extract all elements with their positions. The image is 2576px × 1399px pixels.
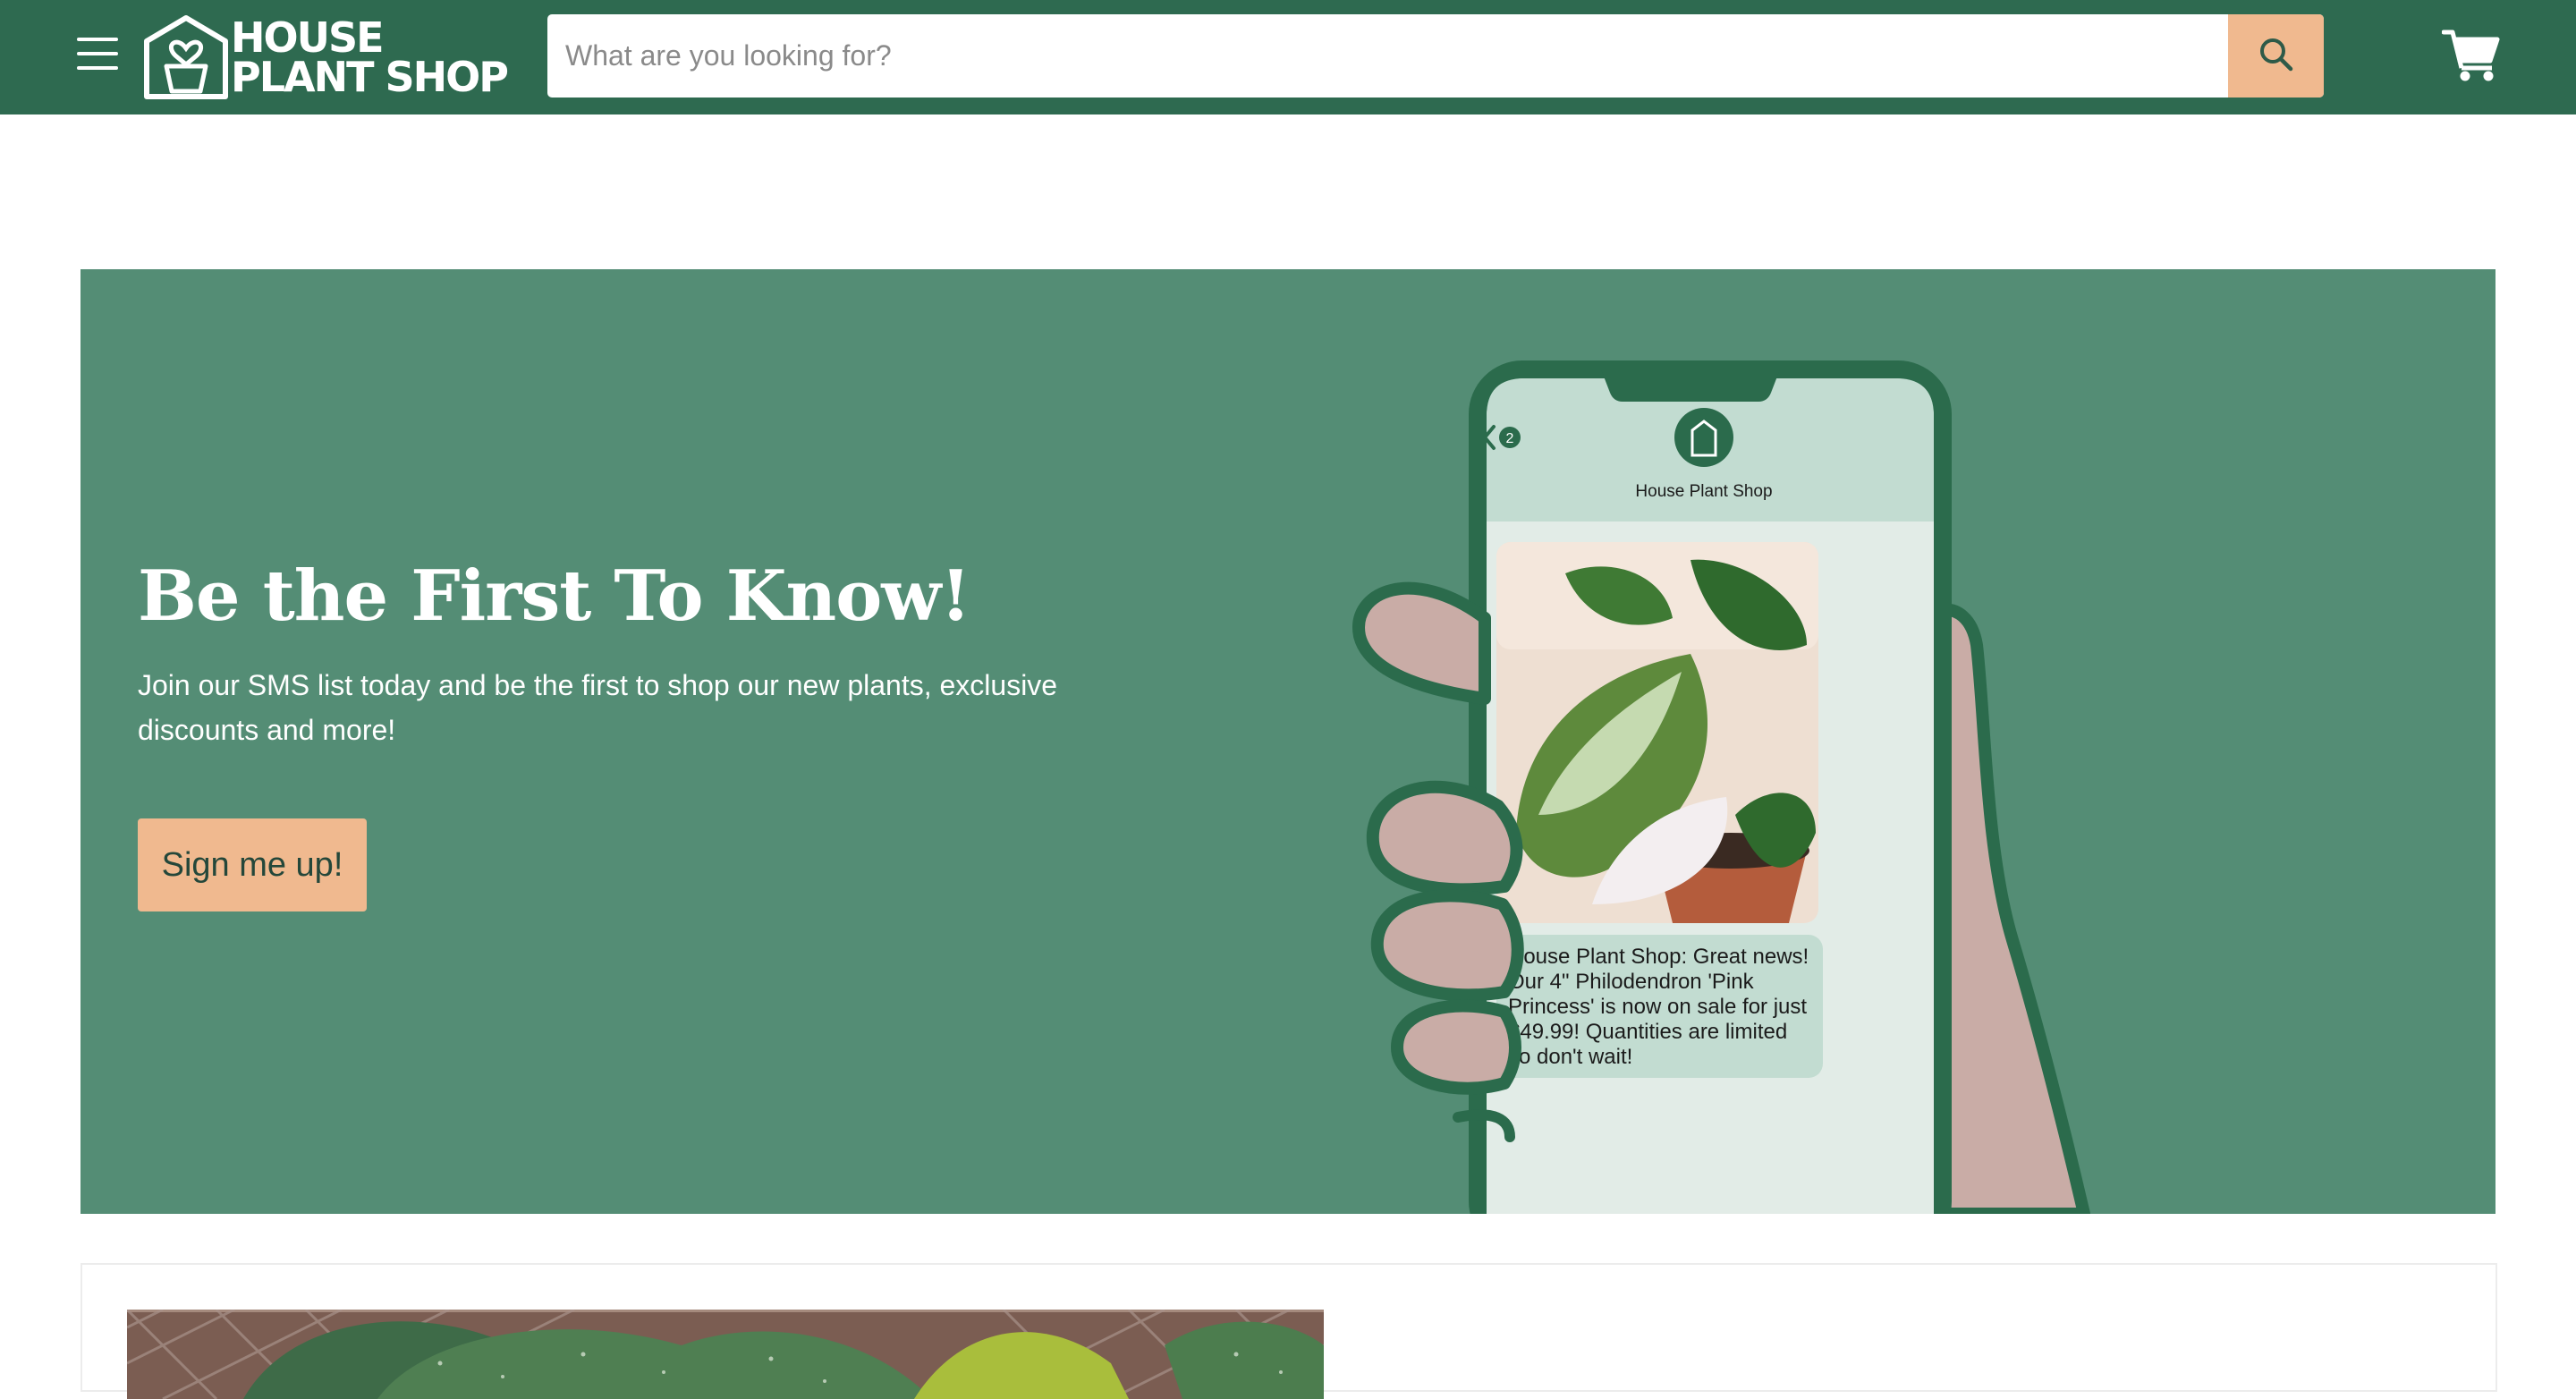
search-icon (2259, 38, 2292, 72)
logo-wordmark: HOUSE PLANT SHOP (231, 13, 509, 101)
banner-title: Be the First To Know! (138, 555, 971, 637)
search-bar (547, 14, 2324, 98)
contact-name: House Plant Shop (1635, 482, 1772, 501)
logo-line-1: HOUSE (231, 13, 385, 62)
sms-line: Princess' is now on sale for just (1508, 995, 1807, 1019)
sign-me-up-button[interactable]: Sign me up! (138, 818, 367, 911)
phone-notch (1601, 369, 1780, 402)
hand-holding-phone-illustration: 2 House Plant Shop House Plant Shop: Gre… (1352, 360, 2090, 1214)
site-header: HOUSE PLANT SHOP (0, 0, 2576, 114)
logo-line-2: PLANT SHOP (231, 53, 509, 101)
cart-button[interactable] (2441, 27, 2501, 82)
finger-1 (1352, 581, 1491, 705)
cart-icon (2441, 30, 2500, 81)
featured-product-card (80, 1263, 2497, 1399)
sms-line: House Plant Shop: Great news! (1508, 945, 1809, 969)
sms-line: Our 4" Philodendron 'Pink (1508, 970, 1755, 994)
sms-line: so don't wait! (1508, 1045, 1632, 1069)
site-logo[interactable]: HOUSE PLANT SHOP (141, 13, 509, 102)
sms-line: $49.99! Quantities are limited (1508, 1020, 1787, 1044)
banner-description: Join our SMS list today and be the first… (138, 669, 1058, 746)
finger-4 (1391, 999, 1521, 1095)
finger-2 (1366, 780, 1523, 896)
menu-icon[interactable] (77, 38, 120, 73)
monstera-photo (127, 1310, 1324, 1399)
finger-3 (1370, 889, 1524, 1002)
sms-signup-banner: Be the First To Know! Join our SMS list … (80, 269, 2496, 1214)
contact-avatar (1674, 408, 1733, 467)
unread-count: 2 (1506, 431, 1514, 446)
product-image[interactable] (127, 1310, 1324, 1399)
plant-pot-logo-icon (144, 15, 228, 99)
search-button[interactable] (2228, 14, 2324, 98)
search-input[interactable] (547, 14, 2229, 98)
